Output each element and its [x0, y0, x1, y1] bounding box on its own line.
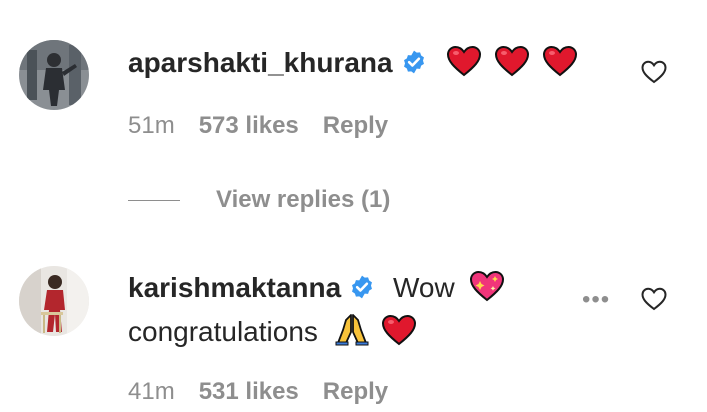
comment-text: congratulations: [128, 316, 318, 347]
verified-badge-icon: [401, 49, 427, 83]
like-heart-icon[interactable]: [641, 287, 667, 316]
reply-button[interactable]: Reply: [323, 378, 388, 405]
comment-meta: 41m 531 likes Reply: [128, 377, 412, 407]
avatar[interactable]: [19, 40, 89, 110]
replies-divider: [128, 199, 180, 201]
verified-badge-icon: [349, 274, 375, 308]
reply-button[interactable]: Reply: [323, 112, 388, 139]
red-heart-emoji: [542, 45, 578, 85]
comment-meta: 51m 573 likes Reply: [128, 111, 412, 141]
comment-text: Wow: [393, 272, 455, 303]
comment-item: aparshakti_khurana 51m 573 likes Reply Vie…: [0, 0, 707, 230]
comment-line: aparshakti_khurana: [128, 45, 578, 85]
likes-count[interactable]: 531 likes: [199, 378, 299, 405]
comment-time: 51m: [128, 112, 175, 139]
view-replies-button[interactable]: View replies (1): [128, 186, 390, 216]
more-options-icon[interactable]: •••: [582, 286, 610, 314]
comment-time: 41m: [128, 378, 175, 405]
view-replies-label[interactable]: View replies (1): [216, 186, 390, 213]
username-link[interactable]: karishmaktanna: [128, 272, 341, 303]
red-heart-emoji: [494, 45, 530, 85]
comment-line: karishmaktanna Wow: [128, 270, 505, 310]
sparkling-heart-emoji: [469, 270, 505, 310]
avatar[interactable]: [19, 266, 89, 336]
username-link[interactable]: aparshakti_khurana: [128, 47, 393, 78]
red-heart-emoji: [381, 314, 417, 354]
comment-item: karishmaktanna Wow congratulations ••• 4…: [0, 230, 707, 412]
comment-line-2: congratulations: [128, 312, 417, 354]
like-heart-icon[interactable]: [641, 60, 667, 89]
folded-hands-emoji: [334, 312, 370, 354]
likes-count[interactable]: 573 likes: [199, 112, 299, 139]
red-heart-emoji: [446, 45, 482, 85]
